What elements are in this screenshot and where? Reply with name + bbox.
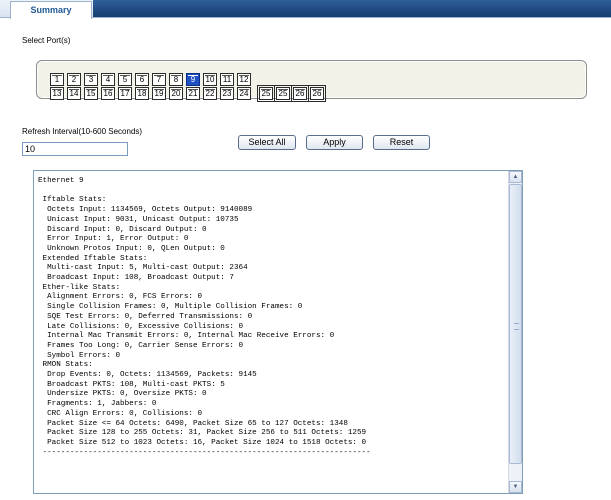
port-row-1: 1 2 3 4 5 6 7 8 9 10 11 12 — [50, 73, 251, 87]
port-13-button[interactable]: 13 — [50, 87, 64, 100]
port-4-button[interactable]: 4 — [101, 73, 115, 86]
apply-button[interactable]: Apply — [306, 135, 363, 150]
select-ports-label: Select Port(s) — [22, 36, 71, 45]
port-statistics-text: Ethernet 9 Iftable Stats: Octets Input: … — [38, 177, 371, 457]
port-7-button[interactable]: 7 — [152, 73, 166, 86]
port-10-button[interactable]: 10 — [203, 73, 217, 86]
port-3-button[interactable]: 3 — [84, 73, 98, 86]
port-25-button[interactable]: 25 — [274, 85, 292, 102]
port-19-button[interactable]: 19 — [152, 87, 166, 100]
port-8-button[interactable]: 8 — [169, 73, 183, 86]
tab-bar: Summary — [0, 0, 611, 19]
vertical-scrollbar[interactable]: ▲ ▼ — [508, 171, 522, 493]
port-9-button[interactable]: 9 — [186, 73, 200, 86]
port-row-2: 13 14 15 16 17 18 19 20 21 22 23 24 25 25 26 26 — [50, 85, 326, 102]
port-22-button[interactable]: 22 — [203, 87, 217, 100]
port-21-button[interactable]: 21 — [186, 87, 200, 100]
grip-icon — [514, 323, 519, 330]
port-15-button[interactable]: 15 — [84, 87, 98, 100]
port-6-button[interactable]: 6 — [135, 73, 149, 86]
port-26-button[interactable]: 26 — [291, 85, 309, 102]
scroll-up-icon[interactable]: ▲ — [509, 171, 522, 183]
select-all-button[interactable]: Select All — [238, 135, 296, 150]
scroll-down-icon[interactable]: ▼ — [509, 481, 522, 493]
port-25-button[interactable]: 25 — [257, 85, 275, 102]
port-5-button[interactable]: 5 — [118, 73, 132, 86]
port-statistics-output[interactable]: Ethernet 9 Iftable Stats: Octets Input: … — [33, 170, 523, 494]
port-24-button[interactable]: 24 — [237, 87, 251, 100]
port-1-button[interactable]: 1 — [50, 73, 64, 86]
port-2-button[interactable]: 2 — [67, 73, 81, 86]
scrollbar-thumb[interactable] — [509, 184, 522, 464]
port-14-button[interactable]: 14 — [67, 87, 81, 100]
port-row-spacer — [254, 87, 256, 101]
port-17-button[interactable]: 17 — [118, 87, 132, 100]
port-11-button[interactable]: 11 — [220, 73, 234, 86]
refresh-interval-label: Refresh Interval(10-600 Seconds) — [22, 127, 143, 136]
refresh-interval-input[interactable] — [22, 142, 128, 156]
port-16-button[interactable]: 16 — [101, 87, 115, 100]
tab-summary[interactable]: Summary — [10, 1, 92, 19]
port-26-button[interactable]: 26 — [308, 85, 326, 102]
reset-button[interactable]: Reset — [373, 135, 430, 150]
tab-bar-fill — [93, 0, 611, 17]
port-12-button[interactable]: 12 — [237, 73, 251, 86]
port-panel: 1 2 3 4 5 6 7 8 9 10 11 12 13 14 15 16 17 18 19 20 21 22 23 24… — [36, 60, 587, 102]
port-20-button[interactable]: 20 — [169, 87, 183, 100]
port-23-button[interactable]: 23 — [220, 87, 234, 100]
port-18-button[interactable]: 18 — [135, 87, 149, 100]
